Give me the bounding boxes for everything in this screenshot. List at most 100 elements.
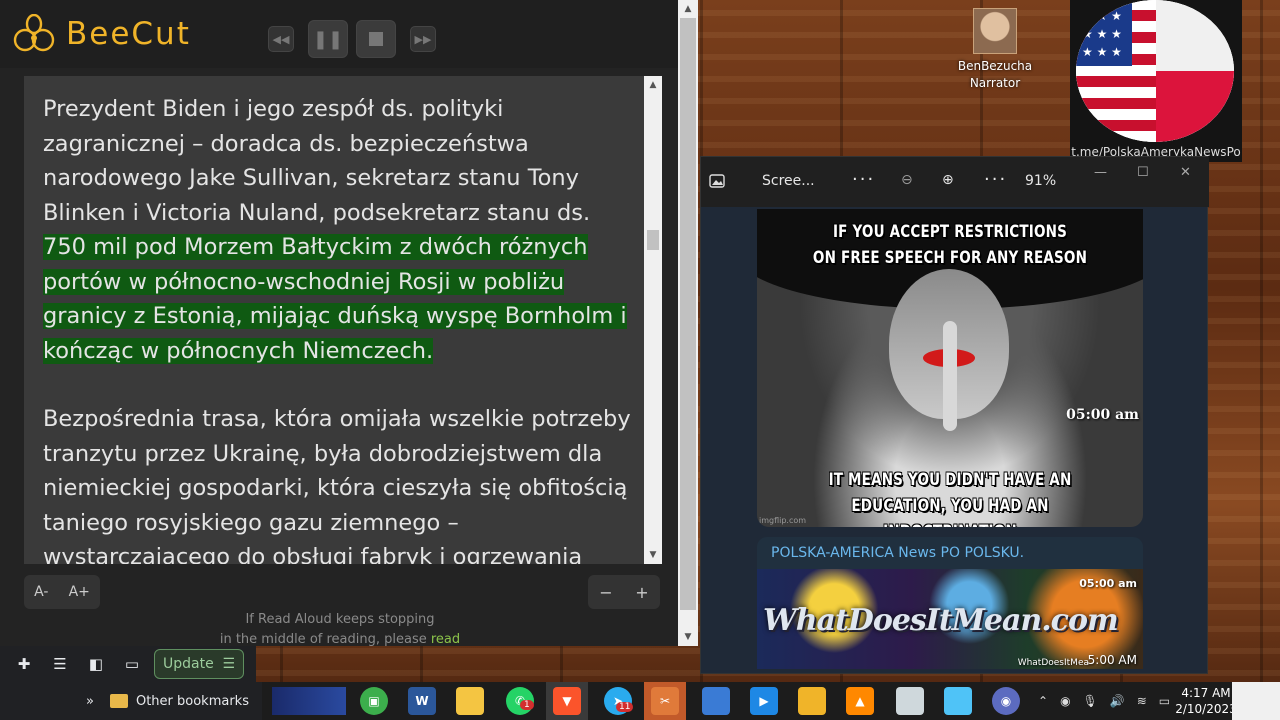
window-scroll-down-icon[interactable]: ▼ — [678, 628, 698, 646]
stop-button[interactable] — [356, 20, 396, 58]
wifi-icon[interactable]: ≋ — [1137, 694, 1147, 708]
file-explorer-icon[interactable] — [456, 687, 484, 715]
reader-header: BeeCut ◀◀ ❚❚ ▶▶ — [0, 0, 678, 68]
zoom-level[interactable]: 91% — [1025, 173, 1056, 189]
channel-name: POLSKA-AMERICA News PO POLSKU. — [757, 537, 1143, 569]
tray-overflow-icon[interactable]: ⌃ — [1038, 694, 1048, 708]
beecut-taskbar-icon[interactable]: ✂ — [651, 687, 679, 715]
telegram-badge: 11 — [616, 702, 634, 712]
system-tray: ⌃ ◉ 🎙 🔊 ≋ ▭ — [1038, 682, 1170, 720]
paragraph-1: Prezydent Biden i jego zespół ds. polity… — [43, 92, 632, 368]
tool-icon[interactable] — [944, 687, 972, 715]
font-increase-button[interactable]: A+ — [69, 584, 90, 600]
rewind-button[interactable]: ◀◀ — [268, 26, 294, 52]
channel-logo-card: ★ ★ ★ ★ ★ ★ ★ ★ ★ t.me/PolskaAmerykaNews… — [1070, 0, 1242, 162]
scroll-down-arrow-icon[interactable]: ▼ — [644, 546, 662, 564]
see-more-icon[interactable]: ··· — [984, 169, 1007, 190]
vlc-icon[interactable]: ▲ — [846, 687, 874, 715]
paragraph-2: Bezpośrednia trasa, która omijała wszelk… — [43, 402, 632, 564]
show-desktop-button[interactable] — [1232, 682, 1280, 720]
whatsapp-badge: 1 — [520, 700, 534, 710]
bookmarks-overflow-icon[interactable]: » — [86, 694, 94, 709]
meme-top-caption: IF YOU ACCEPT RESTRICTIONS ON FREE SPEEC… — [812, 222, 1088, 267]
folder-icon — [109, 694, 128, 708]
paragraph-2-text: Bezpośrednia trasa, która omijała wszelk… — [43, 406, 631, 564]
window-scrollbar-thumb[interactable] — [680, 18, 696, 610]
word-icon[interactable]: W — [408, 687, 436, 715]
zoom-in-icon[interactable]: ⊕ — [942, 172, 954, 188]
narrator-tile[interactable]: BenBezucha Narrator — [955, 8, 1035, 92]
beecut-app-icon[interactable] — [798, 687, 826, 715]
preview-time-top: 05:00 am — [1079, 577, 1137, 590]
weather-widget-icon[interactable] — [272, 687, 346, 715]
extensions-puzzle-icon[interactable]: ✚ — [10, 650, 38, 678]
hint-read-link[interactable]: read — [431, 632, 460, 647]
channel-preview-image: 05:00 am WhatDoesItMean.com WhatDoesItMe… — [757, 569, 1143, 669]
photos-app-icon — [709, 174, 725, 188]
speed-controls: − + — [588, 575, 660, 609]
meme-finger — [943, 321, 957, 431]
paragraph-1-text: Prezydent Biden i jego zespół ds. polity… — [43, 96, 591, 226]
photo-viewer-window: Scree... ··· ⊖ ⊕ ··· 91% — ☐ ✕ IF YOU AC… — [700, 156, 1209, 674]
android-app-icon[interactable]: ▣ — [360, 687, 388, 715]
preview-time-bottom: 5:00 AM — [1087, 653, 1137, 667]
font-size-controls: A- A+ — [24, 575, 100, 609]
stop-icon — [369, 32, 383, 46]
more-options-icon[interactable]: ··· — [852, 169, 875, 190]
svg-text:★ ★ ★: ★ ★ ★ — [1082, 9, 1122, 23]
window-scroll-up-icon[interactable]: ▲ — [678, 0, 698, 18]
read-aloud-window: BeeCut ◀◀ ❚❚ ▶▶ Prezydent Biden i jego z… — [0, 0, 698, 647]
narrator-avatar — [973, 8, 1017, 54]
meme-watermark: imgflip.com — [759, 516, 807, 525]
narrator-name: BenBezucha — [957, 59, 1033, 73]
volume-icon[interactable]: 🔊 — [1110, 694, 1125, 708]
notepad-icon[interactable] — [896, 687, 924, 715]
tray-app-icon[interactable]: ◉ — [1060, 694, 1070, 708]
forward-icon: ▶▶ — [414, 32, 432, 46]
taskbar: ▣ W ✆ 1 ▼ ➤ 11 ✂ ▶ ▲ ◉ ⌃ ◉ 🎙 🔊 ≋ ▭ 4:17 … — [262, 682, 1280, 720]
scroll-up-arrow-icon[interactable]: ▲ — [644, 76, 662, 94]
reading-text-panel[interactable]: Prezydent Biden i jego zespół ds. polity… — [24, 76, 662, 564]
window-scrollbar[interactable]: ▲ ▼ — [678, 0, 698, 646]
current-sentence-highlight: 750 mil pod Morzem Bałtyckim z dwóch róż… — [43, 234, 627, 364]
narrator-role: Narrator — [969, 76, 1021, 90]
menu-icon: ☰ — [222, 656, 235, 672]
viewer-file-name: Scree... — [762, 173, 815, 189]
font-decrease-button[interactable]: A- — [34, 584, 48, 600]
pause-button[interactable]: ❚❚ — [308, 20, 348, 58]
minimize-icon[interactable]: — — [1094, 165, 1107, 180]
app-name: BeeCut — [66, 16, 191, 52]
photos-icon[interactable] — [702, 687, 730, 715]
app-logo: BeeCut — [10, 14, 191, 54]
obs-icon[interactable]: ◉ — [992, 687, 1020, 715]
brave-browser-icon[interactable]: ▼ — [553, 687, 581, 715]
preview-site-name: WhatDoesItMean.com — [763, 603, 1119, 638]
read-aloud-hint: If Read Aloud keeps stopping in the midd… — [190, 610, 490, 650]
meme-bottom-caption: IT MEANS YOU DIDN'T HAVE AN EDUCATION, Y… — [828, 470, 1072, 527]
minus-button[interactable]: − — [599, 583, 612, 602]
text-scrollbar[interactable]: ▲ ▼ — [644, 76, 662, 564]
other-bookmarks-link[interactable]: Other bookmarks — [136, 694, 249, 709]
forward-button[interactable]: ▶▶ — [410, 26, 436, 52]
preview-small-text: WhatDoesItMea — [1017, 658, 1089, 668]
media-player-icon[interactable]: ▶ — [750, 687, 778, 715]
microphone-icon[interactable]: 🎙 — [1083, 694, 1098, 708]
update-label: Update — [163, 656, 214, 672]
meme-timestamp: 05:00 am — [1066, 407, 1139, 423]
rewind-icon: ◀◀ — [272, 32, 290, 46]
close-icon[interactable]: ✕ — [1180, 165, 1191, 180]
flag-icon: ★ ★ ★ ★ ★ ★ ★ ★ ★ — [1076, 0, 1234, 142]
svg-text:★ ★ ★: ★ ★ ★ — [1082, 45, 1122, 59]
bookmarks-bar: » Other bookmarks — [0, 682, 262, 720]
meme-image: IF YOU ACCEPT RESTRICTIONS ON FREE SPEEC… — [757, 209, 1143, 527]
plus-button[interactable]: + — [635, 583, 648, 602]
update-button[interactable]: Update ☰ — [154, 649, 244, 679]
maximize-icon[interactable]: ☐ — [1137, 165, 1149, 180]
wallet-icon[interactable]: ▭ — [118, 650, 146, 678]
side-panel-icon[interactable]: ◧ — [82, 650, 110, 678]
reading-list-icon[interactable]: ☰ — [46, 650, 74, 678]
text-scrollbar-thumb[interactable] — [647, 230, 659, 250]
zoom-out-icon[interactable]: ⊖ — [901, 172, 913, 188]
reading-text: Prezydent Biden i jego zespół ds. polity… — [24, 76, 662, 564]
media-controls: ◀◀ ❚❚ ▶▶ — [268, 20, 436, 58]
